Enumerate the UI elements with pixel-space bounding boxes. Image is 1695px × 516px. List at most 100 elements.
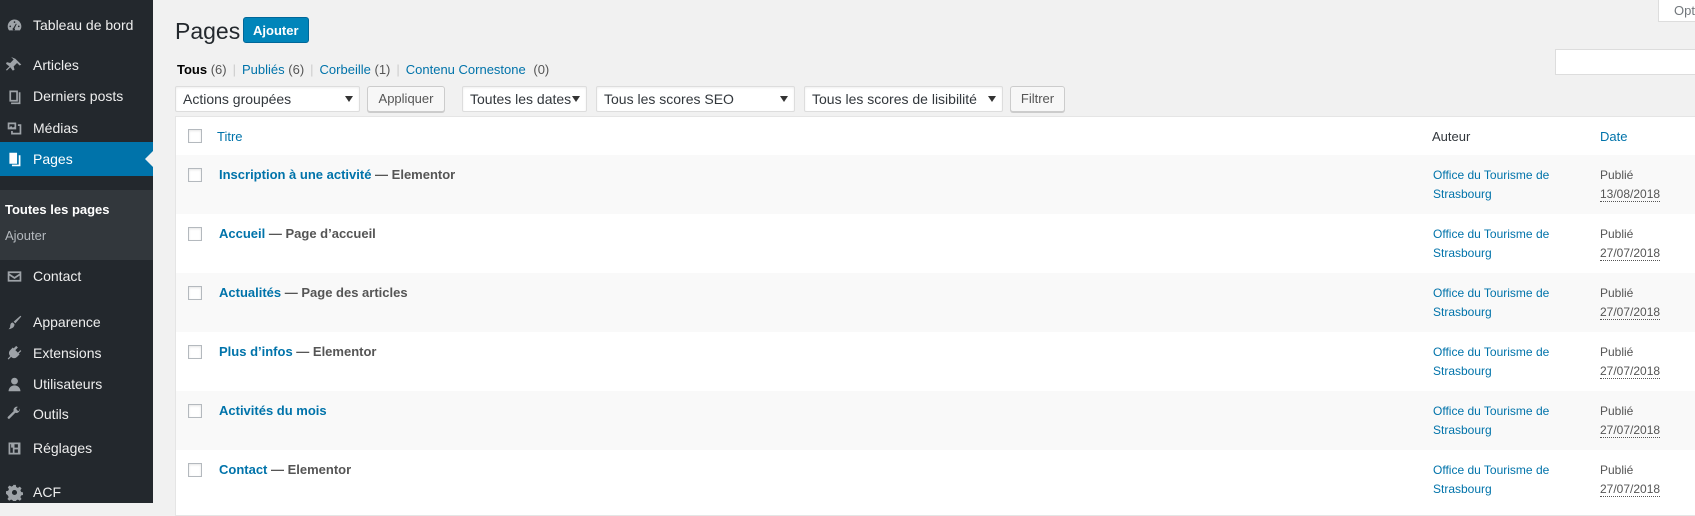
page-title-link[interactable]: Actualités [219,285,281,300]
author-link[interactable]: Office du Tourisme de Strasbourg [1433,461,1573,499]
brush-icon [4,312,24,332]
media-icon [4,118,24,138]
table-header: Titre Auteur Date [176,117,1695,156]
menu-item-outils[interactable]: Outils [0,397,153,431]
menu-label: Apparence [33,314,101,330]
pages-table: Titre Auteur Date Inscription à une acti… [175,116,1695,516]
table-row: Contact — Elementor Office du Tourisme d… [176,450,1695,509]
chevron-down-icon [988,96,996,102]
chevron-down-icon [345,96,353,102]
row-checkbox[interactable] [188,345,202,359]
menu-label: Contact [33,268,82,284]
plugin-icon [4,343,24,363]
table-row: Actualités — Page des articles Office du… [176,273,1695,332]
page-state: — Elementor [267,462,352,477]
menu-item-acf[interactable]: ACF [0,475,153,509]
author-link[interactable]: Office du Tourisme de Strasbourg [1433,166,1573,204]
apply-button[interactable]: Appliquer [367,86,445,112]
view-published[interactable]: Publiés (6) [242,62,304,77]
page-title-link[interactable]: Inscription à une activité [219,167,371,182]
menu-label: Outils [33,406,69,422]
status-views: Tous (6) | Publiés (6) | Corbeille (1) | Conte… [177,62,550,77]
table-row: Inscription à une activité — Elementor O… [176,155,1695,214]
menu-label: Articles [33,57,79,73]
author-link[interactable]: Office du Tourisme de Strasbourg [1433,402,1573,440]
view-trash[interactable]: Corbeille (1) [320,62,391,77]
gear-icon [4,482,24,502]
menu-label: Utilisateurs [33,376,103,392]
menu-label: ACF [33,484,61,500]
menu-label: Derniers posts [33,88,124,104]
page-title-link[interactable]: Activités du mois [219,403,327,418]
screen-options-tab[interactable]: Opt [1658,0,1695,22]
table-row: Activités du mois Office du Tourisme de S… [176,391,1695,450]
date-cell: Publié 27/07/2018 [1600,286,1661,320]
table-row: Plus d’infos — Elementor Office du Touri… [176,332,1695,391]
table-row: Accueil — Page d’accueil Office du Touri… [176,214,1695,273]
select-all-checkbox[interactable] [188,129,202,143]
menu-item-medias[interactable]: Médias [0,111,153,145]
menu-item-pages[interactable]: Pages [0,142,153,176]
page-title-link[interactable]: Plus d’infos [219,344,293,359]
submenu-add-page[interactable]: Ajouter [5,228,46,243]
author-link[interactable]: Office du Tourisme de Strasbourg [1433,284,1573,322]
chevron-down-icon [780,96,788,102]
menu-item-utilisateurs[interactable]: Utilisateurs [0,367,153,401]
bulk-actions-select[interactable]: Actions groupées [175,86,360,112]
row-checkbox[interactable] [188,286,202,300]
date-cell: Publié 13/08/2018 [1600,168,1661,202]
column-author: Auteur [1432,129,1471,144]
submenu-all-pages[interactable]: Toutes les pages [5,202,110,217]
seo-score-select[interactable]: Tous les scores SEO [596,86,795,112]
row-checkbox[interactable] [188,168,202,182]
menu-item-extensions[interactable]: Extensions [0,336,153,370]
page-state: — Page d’accueil [265,226,376,241]
page-title: Pages [175,18,241,44]
menu-label: Pages [33,151,73,167]
date-filter-select[interactable]: Toutes les dates [462,86,587,112]
view-all[interactable]: Tous (6) [177,62,227,77]
settings-icon [4,438,24,458]
row-checkbox[interactable] [188,227,202,241]
menu-item-articles[interactable]: Articles [0,48,153,82]
menu-label: Médias [33,120,79,136]
readability-score-select[interactable]: Tous les scores de lisibilité [804,86,1003,112]
chevron-down-icon [572,96,580,102]
view-cornerstone[interactable]: Contenu Cornestone (0) [406,62,550,77]
menu-item-contact[interactable]: Contact [0,259,153,293]
admin-sidebar: Tableau de bord Articles Derniers posts … [0,0,153,503]
menu-label: Tableau de bord [33,17,134,33]
date-cell: Publié 27/07/2018 [1600,463,1661,497]
add-page-button[interactable]: Ajouter [243,17,309,43]
user-icon [4,374,24,394]
posts-icon [4,86,24,106]
row-checkbox[interactable] [188,404,202,418]
page-title-link[interactable]: Accueil [219,226,265,241]
page-state: — Elementor [371,167,456,182]
page-state: — Elementor [292,344,377,359]
mail-icon [4,266,24,286]
wrench-icon [4,404,24,424]
menu-label: Extensions [33,345,102,361]
pin-icon [4,55,24,75]
page-state: — Page des articles [281,285,408,300]
filter-button[interactable]: Filtrer [1010,86,1065,112]
date-cell: Publié 27/07/2018 [1600,227,1661,261]
menu-item-derniers-posts[interactable]: Derniers posts [0,79,153,113]
date-cell: Publié 27/07/2018 [1600,404,1661,438]
menu-label: Réglages [33,440,93,456]
row-checkbox[interactable] [188,463,202,477]
menu-item-dashboard[interactable]: Tableau de bord [0,8,153,42]
pages-icon [4,149,24,169]
date-cell: Publié 27/07/2018 [1600,345,1661,379]
menu-item-apparence[interactable]: Apparence [0,305,153,339]
page-title-link[interactable]: Contact [219,462,267,477]
menu-item-reglages[interactable]: Réglages [0,431,153,465]
column-date[interactable]: Date [1600,129,1627,144]
author-link[interactable]: Office du Tourisme de Strasbourg [1433,225,1573,263]
dashboard-icon [4,15,24,35]
column-title[interactable]: Titre [217,129,243,144]
author-link[interactable]: Office du Tourisme de Strasbourg [1433,343,1573,381]
pages-submenu: Toutes les pages Ajouter [0,190,153,260]
search-input[interactable] [1555,49,1695,75]
